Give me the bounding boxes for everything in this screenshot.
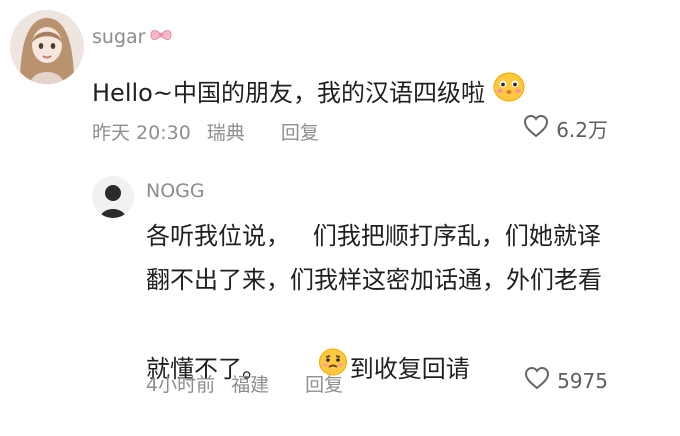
reply-button[interactable]: 回复: [281, 118, 319, 145]
like-button[interactable]: 6.2万: [522, 114, 608, 143]
reply-line-3-end: 到收复回请: [349, 355, 470, 383]
avatar-illustration: [10, 10, 84, 84]
reply-line-1: 各听我位说， 们我把顺打序乱，们她就译: [146, 222, 601, 250]
reply-button-2[interactable]: 回复: [305, 370, 343, 397]
comment-time: 昨天 20:30: [92, 122, 191, 144]
heart-icon: [522, 114, 550, 143]
reply-username[interactable]: NOGG: [146, 180, 205, 202]
reply-user-avatar[interactable]: [92, 176, 134, 218]
reply-time: 4小时前: [146, 374, 216, 396]
comment-location: 瑞典: [206, 122, 245, 144]
reply-line-2: 翻不出了来，们我样这密加话通，外们老看: [146, 266, 602, 294]
shy-face-emoji-icon: [489, 70, 529, 110]
heart-icon: [523, 366, 551, 395]
comment-body: Hello~中国的朋友，我的汉语四级啦: [92, 78, 485, 107]
reply-meta: 4小时前 福建 回复: [146, 370, 343, 397]
user-avatar[interactable]: [10, 10, 84, 84]
reply-text: 各听我位说， 们我把顺打序乱，们她就译 翻不出了来，们我样这密加话通，外们老看 …: [146, 214, 646, 436]
confused-face-emoji-icon: [270, 302, 350, 436]
bow-icon: [149, 26, 173, 48]
reply-like-button[interactable]: 5975: [523, 366, 608, 395]
reply-like-count: 5975: [557, 368, 608, 393]
username-text: sugar: [92, 26, 146, 48]
comment-text: Hello~中国的朋友，我的汉语四级啦: [92, 70, 529, 110]
like-count: 6.2万: [556, 118, 608, 142]
username[interactable]: sugar: [92, 26, 173, 48]
reply-location: 福建: [231, 374, 270, 396]
comment-meta: 昨天 20:30 瑞典 回复: [92, 118, 319, 145]
reply-avatar-illustration: [92, 176, 134, 218]
